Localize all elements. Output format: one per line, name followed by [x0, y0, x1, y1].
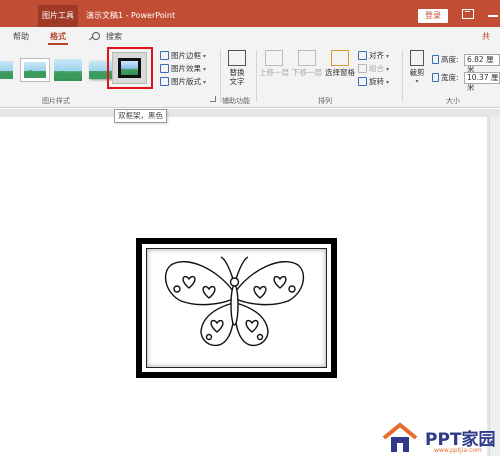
picture-style-option[interactable] [0, 58, 16, 82]
ribbon: 图片样式 图片边框 ▾ 图片效果 ▾ 图片版式 ▾ 替换 文字 辅助功能 上移一层 下… [0, 46, 500, 108]
crop-icon [410, 50, 424, 66]
picture-effects-icon [160, 64, 169, 73]
title-bar: 图片工具 演示文稿1 - PowerPoint 登录 [0, 0, 500, 27]
dialog-launcher-icon[interactable] [210, 96, 216, 102]
selection-pane-button[interactable]: 选择窗格 [324, 50, 356, 77]
ribbon-tab-row: 帮助 格式 搜索 共 [0, 27, 500, 46]
bring-forward-button[interactable]: 上移一层 [259, 50, 289, 77]
picture-style-double-frame-black[interactable] [112, 52, 147, 84]
group-button[interactable]: 组合 ▾ [358, 63, 389, 75]
height-label: 高度: [432, 54, 459, 66]
alt-text-icon [228, 50, 246, 66]
send-backward-button[interactable]: 下移一层 [292, 50, 322, 77]
picture-border-button[interactable]: 图片边框 ▾ [160, 50, 206, 62]
size-group-label: 大小 [446, 97, 460, 105]
bring-forward-icon [265, 50, 283, 66]
share-button[interactable]: 共 [482, 30, 490, 44]
picture-style-option[interactable] [53, 58, 83, 82]
search-icon [92, 32, 100, 40]
send-backward-icon [298, 50, 316, 66]
picture-tools-context-tab: 图片工具 [38, 5, 78, 27]
butterfly-illustration [164, 256, 305, 347]
tab-search[interactable]: 搜索 [92, 30, 138, 46]
picture-style-option[interactable] [20, 58, 50, 82]
align-icon [358, 51, 367, 60]
alt-text-button[interactable]: 替换 文字 [224, 50, 250, 86]
accessibility-group-label: 辅助功能 [222, 97, 250, 105]
picture-layout-icon [160, 77, 169, 86]
style-tooltip: 双框架，黑色 [114, 109, 167, 123]
selection-pane-icon [331, 50, 349, 66]
width-icon [432, 73, 439, 82]
height-icon [432, 55, 439, 64]
picture-styles-group-label: 图片样式 [42, 97, 70, 105]
minimize-icon[interactable] [488, 15, 498, 17]
height-input[interactable]: 6.82 厘米 [464, 54, 500, 74]
ribbon-display-options-icon[interactable] [462, 9, 474, 19]
width-input[interactable]: 10.37 厘米 [464, 72, 500, 92]
butterfly-picture[interactable] [136, 238, 337, 378]
picture-layout-button[interactable]: 图片版式 ▾ [160, 76, 206, 88]
login-button[interactable]: 登录 [418, 9, 448, 23]
arrange-group-label: 排列 [318, 97, 332, 105]
house-logo-icon [382, 422, 418, 452]
watermark-url: www.pptjia.com [434, 447, 482, 454]
search-label: 搜索 [106, 32, 122, 41]
picture-effects-button[interactable]: 图片效果 ▾ [160, 63, 206, 75]
crop-button[interactable]: 裁剪 ▾ [406, 50, 428, 86]
picture-border-icon [160, 51, 169, 60]
group-icon [358, 64, 367, 73]
rotate-button[interactable]: 旋转 ▾ [358, 76, 389, 88]
rotate-icon [358, 77, 367, 86]
vertical-scrollbar[interactable] [489, 117, 500, 456]
document-title: 演示文稿1 - PowerPoint [86, 11, 176, 20]
tab-format[interactable]: 格式 [44, 30, 72, 46]
tab-help[interactable]: 帮助 [10, 30, 32, 46]
align-button[interactable]: 对齐 ▾ [358, 50, 389, 62]
width-label: 宽度: [432, 72, 459, 84]
